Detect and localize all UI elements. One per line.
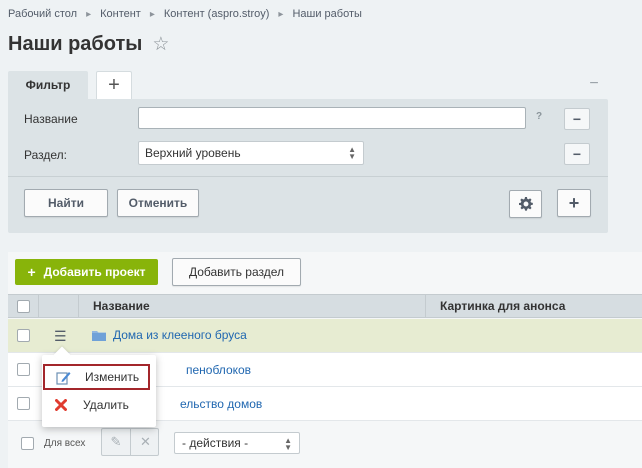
breadcrumb-item-desktop[interactable]: Рабочий стол (8, 8, 77, 20)
add-section-button[interactable]: Добавить раздел (172, 258, 301, 286)
tab-filter-label: Фильтр (25, 78, 71, 92)
add-project-label: Добавить проект (43, 265, 146, 279)
gear-icon (518, 197, 533, 211)
remove-field-name-button[interactable]: − (564, 108, 590, 130)
page-title: Наши работы (8, 33, 143, 55)
add-filter-tab-button[interactable]: + (96, 71, 132, 99)
select-all-checkbox[interactable] (17, 300, 30, 313)
star-icon[interactable]: ☆ (152, 33, 169, 56)
field-label-name: Название (24, 112, 78, 126)
row-checkbox[interactable] (17, 397, 30, 410)
add-project-button[interactable]: + Добавить проект (15, 259, 158, 285)
find-button[interactable]: Найти (24, 189, 108, 217)
actions-select[interactable]: - действия - ▲ ▼ (174, 432, 300, 454)
name-input[interactable] (138, 107, 526, 129)
plus-icon: + (27, 264, 36, 280)
row-name-link[interactable]: ельство домов (180, 397, 262, 411)
table-row[interactable]: ☰ Дома из клееного бруса (8, 319, 642, 353)
help-icon[interactable]: ? (536, 111, 542, 122)
filter-settings-button[interactable] (509, 190, 542, 218)
row-menu-icon[interactable]: ☰ (54, 328, 67, 345)
edit-icon (55, 369, 71, 385)
row-context-menu: Изменить Удалить (42, 346, 156, 427)
context-menu-item-delete[interactable]: Удалить (42, 392, 156, 418)
apply-all-checkbox[interactable] (21, 437, 34, 450)
context-menu-delete-label: Удалить (83, 398, 129, 412)
breadcrumb-separator-icon: ▸ (278, 8, 284, 20)
breadcrumb-item-content-aspro[interactable]: Контент (aspro.stroy) (164, 8, 270, 20)
add-section-label: Добавить раздел (188, 265, 285, 279)
actions-select-value: - действия - (182, 436, 249, 450)
field-label-section: Раздел: (24, 148, 67, 162)
find-button-label: Найти (48, 196, 84, 210)
breadcrumb: Рабочий стол ▸ Контент ▸ Контент (aspro.… (8, 8, 362, 20)
delete-x-icon[interactable]: ✕ (131, 429, 160, 455)
column-divider (38, 295, 39, 317)
edit-pencil-icon[interactable]: ✎ (102, 429, 131, 455)
row-checkbox[interactable] (17, 363, 30, 376)
breadcrumb-item-current: Наши работы (292, 8, 362, 20)
cancel-button[interactable]: Отменить (117, 189, 199, 217)
context-menu-edit-label: Изменить (85, 370, 140, 384)
section-select[interactable]: Верхний уровень ▲ ▼ (138, 141, 364, 165)
select-arrows-icon: ▲ ▼ (284, 436, 292, 452)
plus-icon: + (108, 74, 120, 96)
row-name-link[interactable]: пеноблоков (186, 363, 251, 377)
filter-panel: Название ? − Раздел: Верхний уровень ▲ ▼ … (8, 99, 608, 233)
row-name-link[interactable]: Дома из клееного бруса (113, 328, 247, 342)
context-menu-item-edit[interactable]: Изменить (43, 364, 150, 390)
minus-icon: − (572, 146, 582, 162)
filter-divider (8, 176, 608, 177)
column-divider (425, 295, 426, 317)
minus-icon: − (572, 111, 582, 127)
column-header-preview-image[interactable]: Картинка для анонса (440, 295, 565, 317)
remove-field-section-button[interactable]: − (564, 143, 590, 165)
section-select-value: Верхний уровень (145, 146, 241, 160)
group-action-buttons: ✎ ✕ (101, 428, 159, 456)
breadcrumb-separator-icon: ▸ (149, 8, 155, 20)
grid-header: Название Картинка для анонса (8, 294, 642, 318)
page-title-row: Наши работы ☆ (8, 33, 169, 56)
breadcrumb-item-content[interactable]: Контент (100, 8, 141, 20)
breadcrumb-separator-icon: ▸ (86, 8, 92, 20)
plus-icon: + (568, 192, 580, 213)
delete-icon (53, 397, 69, 413)
add-filter-field-button[interactable]: + (557, 189, 591, 217)
for-all-label: Для всех (44, 438, 86, 449)
select-arrows-icon: ▲ ▼ (348, 145, 356, 161)
column-divider (78, 295, 79, 317)
cancel-button-label: Отменить (128, 196, 188, 210)
tab-filter[interactable]: Фильтр (8, 71, 88, 99)
collapse-filter-icon[interactable]: − (586, 75, 602, 92)
row-checkbox[interactable] (17, 329, 30, 342)
column-header-name[interactable]: Название (93, 295, 150, 317)
grid-footer: Для всех ✎ ✕ - действия - ▲ ▼ (8, 424, 642, 468)
folder-icon (92, 331, 106, 341)
